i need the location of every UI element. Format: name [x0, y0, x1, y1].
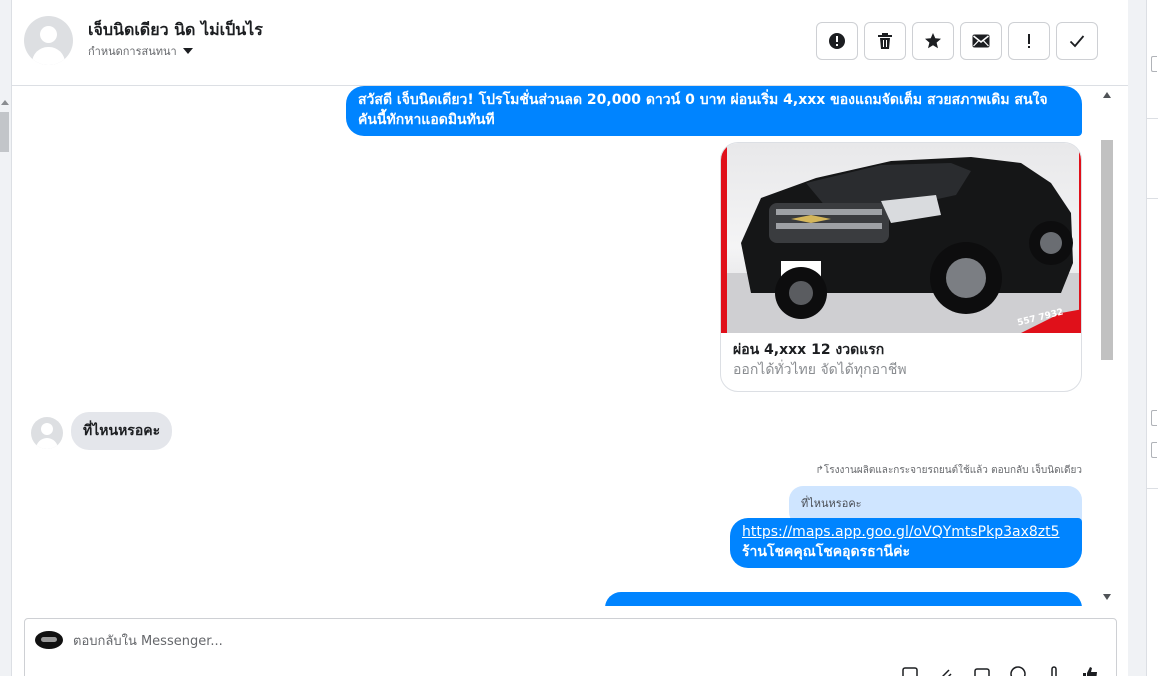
left-scrollbar[interactable] [0, 0, 12, 676]
scroll-up-arrow-icon[interactable] [1103, 92, 1111, 98]
like-button[interactable] [1081, 665, 1099, 676]
saved-reply-button[interactable] [901, 665, 919, 676]
message-text-line: ร้านโชคคุณโชคอุดรธานีค่ะ [742, 544, 910, 560]
paperclip-icon [942, 669, 952, 676]
attach-button[interactable] [937, 665, 955, 676]
avatar-head [41, 423, 53, 435]
reply-input[interactable] [73, 631, 873, 651]
assign-conversation-label: กำหนดการสนทนา [88, 45, 177, 58]
outgoing-message[interactable]: https://maps.app.goo.gl/oVQYmtsPkp3ax8zt… [730, 518, 1082, 568]
envelope-icon [972, 34, 990, 48]
scroll-thumb[interactable] [1101, 140, 1113, 360]
card-title: ผ่อน 4,xxx 12 งวดแรก [733, 342, 885, 358]
card-subtitle: ออกได้ทั่วไทย จัดได้ทุกอาชีพ [733, 362, 907, 378]
car-photo: 557 7932 [721, 143, 1081, 333]
mark-unread-button[interactable] [960, 22, 1002, 60]
contact-avatar[interactable] [24, 16, 73, 65]
hashtag-button[interactable] [1045, 665, 1063, 676]
card-accent-left [721, 143, 727, 333]
star-button[interactable] [912, 22, 954, 60]
reply-composer [24, 618, 1117, 676]
more-icon [974, 668, 990, 676]
exclamation-icon [1028, 34, 1030, 48]
reply-context-label: ↱โรงงานผลิตและกระจายรถยนต์ใช้แล้ว ตอบกลั… [815, 465, 1082, 476]
saved-reply-icon [902, 667, 918, 676]
contact-details-panel [1146, 0, 1158, 676]
panel-divider [1147, 488, 1158, 489]
panel-field-edge[interactable] [1151, 442, 1157, 458]
promo-card[interactable]: 557 7932 ผ่อน 4,xxx 12 งวดแรก ออกได้ทั่ว… [720, 142, 1082, 392]
panel-gutter [1128, 0, 1146, 676]
message-text-line: สวัสดี เจ็บนิดเดียว! โปรโมชั่นส่วนลด 20,… [358, 92, 1048, 108]
scroll-up-arrow-icon[interactable] [1, 100, 9, 105]
messenger-inbox-window: เจ็บนิดเดียว นิด ไม่เป็นไร กำหนดการสนทนา [0, 0, 1158, 676]
follow-up-button[interactable] [1008, 22, 1050, 60]
contact-name[interactable]: เจ็บนิดเดียว นิด ไม่เป็นไร [88, 18, 263, 43]
card-accent-right [1079, 143, 1081, 333]
avatar-head [40, 26, 57, 43]
outgoing-message-partial[interactable] [605, 592, 1082, 606]
star-icon [925, 33, 941, 49]
delete-button[interactable] [864, 22, 906, 60]
pickup-truck-image [721, 157, 1081, 333]
maps-link[interactable]: https://maps.app.goo.gl/oVQYmtsPkp3ax8zt… [742, 522, 1070, 542]
trash-icon [878, 33, 892, 49]
panel-field-edge[interactable] [1151, 56, 1157, 72]
avatar-body [32, 47, 65, 65]
scroll-thumb[interactable] [0, 112, 9, 152]
thread-scrollbar[interactable] [1100, 86, 1114, 606]
tag-icon [1051, 666, 1057, 676]
incoming-message[interactable]: ที่ไหนหรอคะ [71, 412, 173, 450]
panel-field-edge[interactable] [1151, 410, 1157, 426]
mark-done-button[interactable] [1056, 22, 1098, 60]
conversation-header: เจ็บนิดเดียว นิด ไม่เป็นไร กำหนดการสนทนา [12, 0, 1128, 86]
composer-toolbar [901, 665, 1099, 676]
panel-divider [1147, 198, 1158, 199]
checkmark-icon [1069, 35, 1085, 48]
emoji-button[interactable] [1009, 665, 1027, 676]
outgoing-message[interactable]: สวัสดี เจ็บนิดเดียว! โปรโมชั่นส่วนลด 20,… [346, 86, 1082, 136]
caret-down-icon [182, 48, 193, 54]
avatar-body [36, 438, 58, 449]
page-logo [35, 631, 63, 649]
message-text-line: คันนี้ทักหาแอดมินทันที [358, 112, 495, 128]
header-actions [816, 22, 1098, 60]
report-button[interactable] [816, 22, 858, 60]
assign-conversation-dropdown[interactable]: กำหนดการสนทนา [88, 42, 193, 60]
scroll-down-arrow-icon[interactable] [1103, 594, 1111, 600]
sender-avatar[interactable] [31, 417, 63, 449]
panel-divider [1147, 118, 1158, 119]
emoji-icon [1010, 666, 1026, 676]
thumbs-up-icon [1083, 667, 1097, 676]
more-button[interactable] [973, 665, 991, 676]
message-thread[interactable]: สวัสดี เจ็บนิดเดียว! โปรโมชั่นส่วนลด 20,… [12, 86, 1128, 606]
report-icon [829, 33, 845, 49]
